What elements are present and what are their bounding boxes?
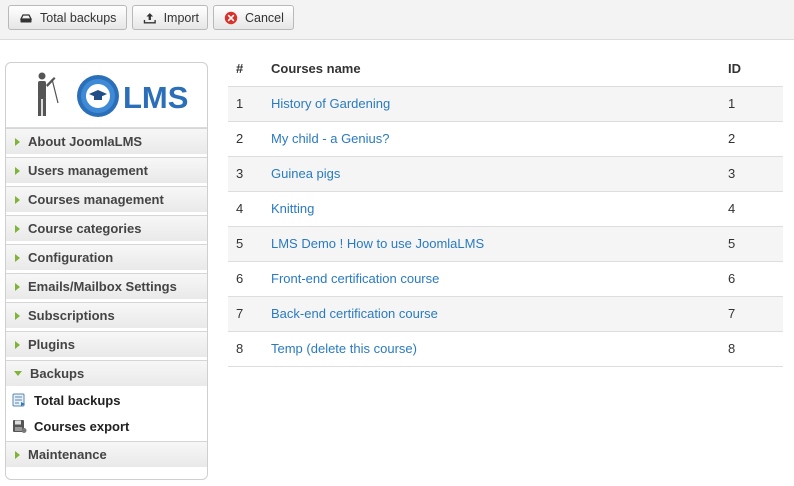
arrow-right-icon (15, 340, 20, 349)
header-num: # (236, 61, 244, 77)
sidebar-item-courses[interactable]: Courses management (6, 186, 207, 213)
arrow-right-icon (15, 166, 20, 175)
row-num: 1 (228, 85, 271, 121)
arrow-right-icon (15, 137, 20, 146)
row-num: 5 (228, 225, 271, 261)
sidebar-subitem-courses-export[interactable]: Courses export (6, 413, 207, 439)
sidebar-item-plugins[interactable]: Plugins (6, 331, 207, 358)
table-row: 7 Back-end certification course 7 (228, 295, 783, 331)
table-row: 4 Knitting 4 (228, 190, 783, 226)
row-num: 8 (228, 330, 271, 367)
row-id: 5 (728, 225, 783, 261)
backup-list-icon (12, 393, 25, 407)
sidebar-item-subscriptions[interactable]: Subscriptions (6, 302, 207, 329)
course-link[interactable]: Temp (delete this course) (271, 341, 417, 356)
header-courses-name: Courses name (271, 61, 361, 77)
upload-icon (143, 12, 156, 24)
course-link[interactable]: LMS Demo ! How to use JoomlaLMS (271, 236, 484, 251)
floppy-disk-icon (13, 420, 27, 433)
row-id: 2 (728, 120, 783, 156)
row-id: 6 (728, 260, 783, 296)
toolbar: Total backups Import Cancel (0, 0, 794, 40)
sidebar-item-emails[interactable]: Emails/Mailbox Settings (6, 273, 207, 300)
sidebar-subitem-total-backups[interactable]: Total backups (6, 387, 207, 413)
header-id: ID (728, 61, 741, 77)
arrow-right-icon (15, 282, 20, 291)
sidebar-item-users[interactable]: Users management (6, 157, 207, 184)
row-num: 2 (228, 120, 271, 156)
joomlalms-logo: LMS (6, 63, 207, 128)
table-row: 6 Front-end certification course 6 (228, 260, 783, 296)
cancel-button[interactable]: Cancel (213, 5, 294, 30)
globe-icon (77, 75, 119, 117)
logo-text: LMS (123, 80, 188, 115)
sidebar: LMS About JoomlaLMS Users management Cou… (5, 62, 208, 480)
arrow-right-icon (15, 253, 20, 262)
row-id: 4 (728, 190, 783, 226)
course-link[interactable]: My child - a Genius? (271, 131, 390, 146)
table-row: 5 LMS Demo ! How to use JoomlaLMS 5 (228, 225, 783, 261)
arrow-right-icon (15, 195, 20, 204)
table-row: 3 Guinea pigs 3 (228, 155, 783, 191)
courses-table: # Courses name ID 1 History of Gardening… (228, 52, 783, 367)
arrow-right-icon (15, 224, 20, 233)
sidebar-item-backups[interactable]: Backups (6, 360, 207, 387)
table-row: 1 History of Gardening 1 (228, 85, 783, 121)
total-backups-label: Total backups (40, 10, 117, 25)
row-id: 1 (728, 85, 783, 121)
course-link[interactable]: Front-end certification course (271, 271, 439, 286)
sidebar-item-maintenance[interactable]: Maintenance (6, 441, 207, 468)
row-num: 7 (228, 295, 271, 331)
table-row: 8 Temp (delete this course) 8 (228, 330, 783, 367)
row-id: 3 (728, 155, 783, 191)
course-link[interactable]: Back-end certification course (271, 306, 438, 321)
row-id: 8 (728, 330, 783, 367)
arrow-down-icon (14, 371, 22, 376)
row-num: 4 (228, 190, 271, 226)
table-header-row: # Courses name ID (228, 52, 783, 86)
row-num: 3 (228, 155, 271, 191)
table-row: 2 My child - a Genius? 2 (228, 120, 783, 156)
course-link[interactable]: Guinea pigs (271, 166, 340, 181)
cancel-icon (224, 11, 238, 24)
sidebar-item-about[interactable]: About JoomlaLMS (6, 128, 207, 155)
cancel-label: Cancel (245, 10, 284, 25)
figure-icon (38, 72, 59, 116)
row-id: 7 (728, 295, 783, 331)
row-num: 6 (228, 260, 271, 296)
import-label: Import (163, 10, 199, 25)
course-link[interactable]: History of Gardening (271, 96, 390, 111)
arrow-right-icon (15, 450, 20, 459)
sidebar-item-categories[interactable]: Course categories (6, 215, 207, 242)
arrow-right-icon (15, 311, 20, 320)
sidebar-item-configuration[interactable]: Configuration (6, 244, 207, 271)
import-button[interactable]: Import (132, 5, 208, 30)
course-link[interactable]: Knitting (271, 201, 314, 216)
drive-icon (19, 13, 33, 22)
total-backups-button[interactable]: Total backups (8, 5, 127, 30)
